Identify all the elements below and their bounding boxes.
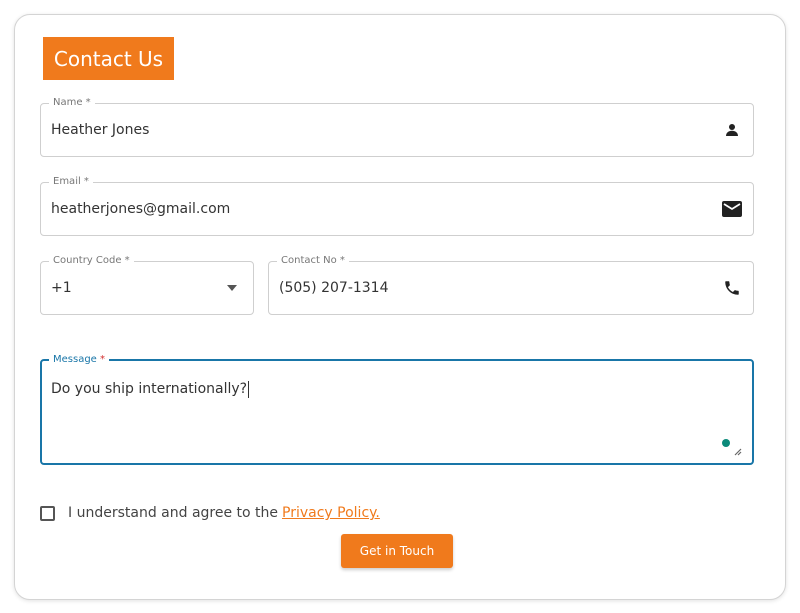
name-value[interactable]: Heather Jones	[51, 104, 149, 156]
dropdown-arrow-icon[interactable]	[221, 277, 243, 299]
message-label: Message *	[49, 353, 110, 367]
privacy-agreement: I understand and agree to the Privacy Pol…	[40, 505, 380, 521]
form-heading: Contact Us	[43, 37, 174, 80]
email-field[interactable]: Email * heatherjones@gmail.com	[40, 175, 754, 236]
resize-handle-icon[interactable]	[732, 441, 742, 456]
message-value[interactable]: Do you ship internationally?	[51, 381, 250, 398]
country-code-value[interactable]: +1	[51, 262, 72, 314]
name-field[interactable]: Name * Heather Jones	[40, 96, 754, 157]
message-textarea[interactable]: Message * Do you ship internationally?	[40, 353, 754, 465]
text-caret	[248, 381, 250, 398]
status-dot-icon	[722, 439, 730, 447]
mail-icon	[721, 198, 743, 220]
country-code-select[interactable]: Country Code * +1	[40, 254, 254, 315]
privacy-policy-link[interactable]: Privacy Policy.	[282, 505, 380, 521]
required-asterisk: *	[100, 354, 106, 365]
agree-text: I understand and agree to the Privacy Pol…	[68, 505, 380, 521]
agree-checkbox[interactable]	[40, 505, 55, 521]
email-value[interactable]: heatherjones@gmail.com	[51, 183, 230, 235]
phone-icon	[721, 277, 743, 299]
person-icon	[721, 119, 743, 141]
contact-number-value[interactable]: (505) 207-1314	[279, 262, 389, 314]
get-in-touch-button[interactable]: Get in Touch	[341, 534, 453, 568]
contact-number-field[interactable]: Contact No * (505) 207-1314	[268, 254, 754, 315]
